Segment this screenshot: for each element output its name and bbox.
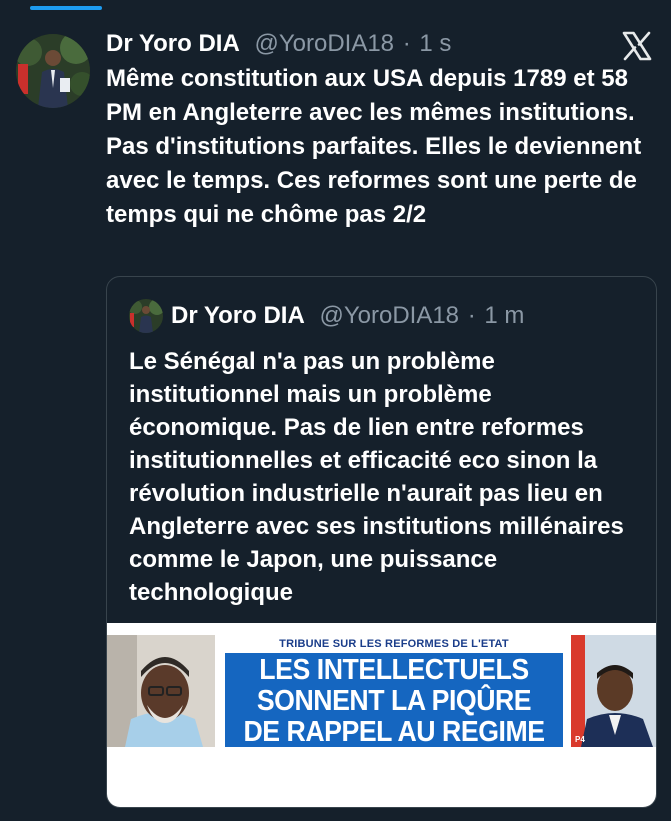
scroll-indicator xyxy=(30,6,102,10)
newspaper-headline: LES INTELLECTUELS SONNENT LA PIQÛRE DE R… xyxy=(239,654,550,748)
separator: · xyxy=(402,30,411,57)
tweet-header: Dr Yoro DIA @YoroDIA18 · 1 s xyxy=(106,28,451,60)
author-handle[interactable]: @YoroDIA18 xyxy=(254,30,394,57)
author-name[interactable]: Dr Yoro DIA xyxy=(106,30,240,57)
quoted-avatar[interactable] xyxy=(129,299,163,333)
quoted-media-image[interactable]: TRIBUNE SUR LES REFORMES DE L'ETAT LES I… xyxy=(107,623,656,807)
portrait-photo-right: P4 xyxy=(571,635,656,747)
newspaper-headline-panel: TRIBUNE SUR LES REFORMES DE L'ETAT LES I… xyxy=(225,635,563,747)
quoted-timestamp[interactable]: 1 m xyxy=(484,302,524,329)
x-logo-icon[interactable] xyxy=(621,30,653,62)
quoted-author-handle[interactable]: @YoroDIA18 xyxy=(319,302,459,329)
tweet-text: Même constitution aux USA depuis 1789 et… xyxy=(106,65,642,228)
tweet: Dr Yoro DIA @YoroDIA18 · 1 s Même consti… xyxy=(0,0,671,821)
page-tag: P4 xyxy=(575,735,585,744)
quoted-text: Le Sénégal n'a pas un problème instituti… xyxy=(129,348,624,606)
quoted-tweet[interactable]: Dr Yoro DIA @YoroDIA18 · 1 m Le Sénégal … xyxy=(106,276,657,808)
separator: · xyxy=(467,302,476,329)
avatar[interactable] xyxy=(16,34,90,108)
headline-line-2: SONNENT LA PIQÛRE xyxy=(256,685,532,717)
quoted-header: Dr Yoro DIA @YoroDIA18 · 1 m xyxy=(171,299,524,333)
headline-line-3: DE RAPPEL AU REGIME xyxy=(243,716,545,748)
headline-line-1: LES INTELLECTUELS xyxy=(259,654,529,686)
portrait-photo-left xyxy=(107,635,215,747)
timestamp[interactable]: 1 s xyxy=(419,30,451,57)
quoted-author-name[interactable]: Dr Yoro DIA xyxy=(171,302,305,329)
newspaper-kicker: TRIBUNE SUR LES REFORMES DE L'ETAT xyxy=(225,635,563,653)
